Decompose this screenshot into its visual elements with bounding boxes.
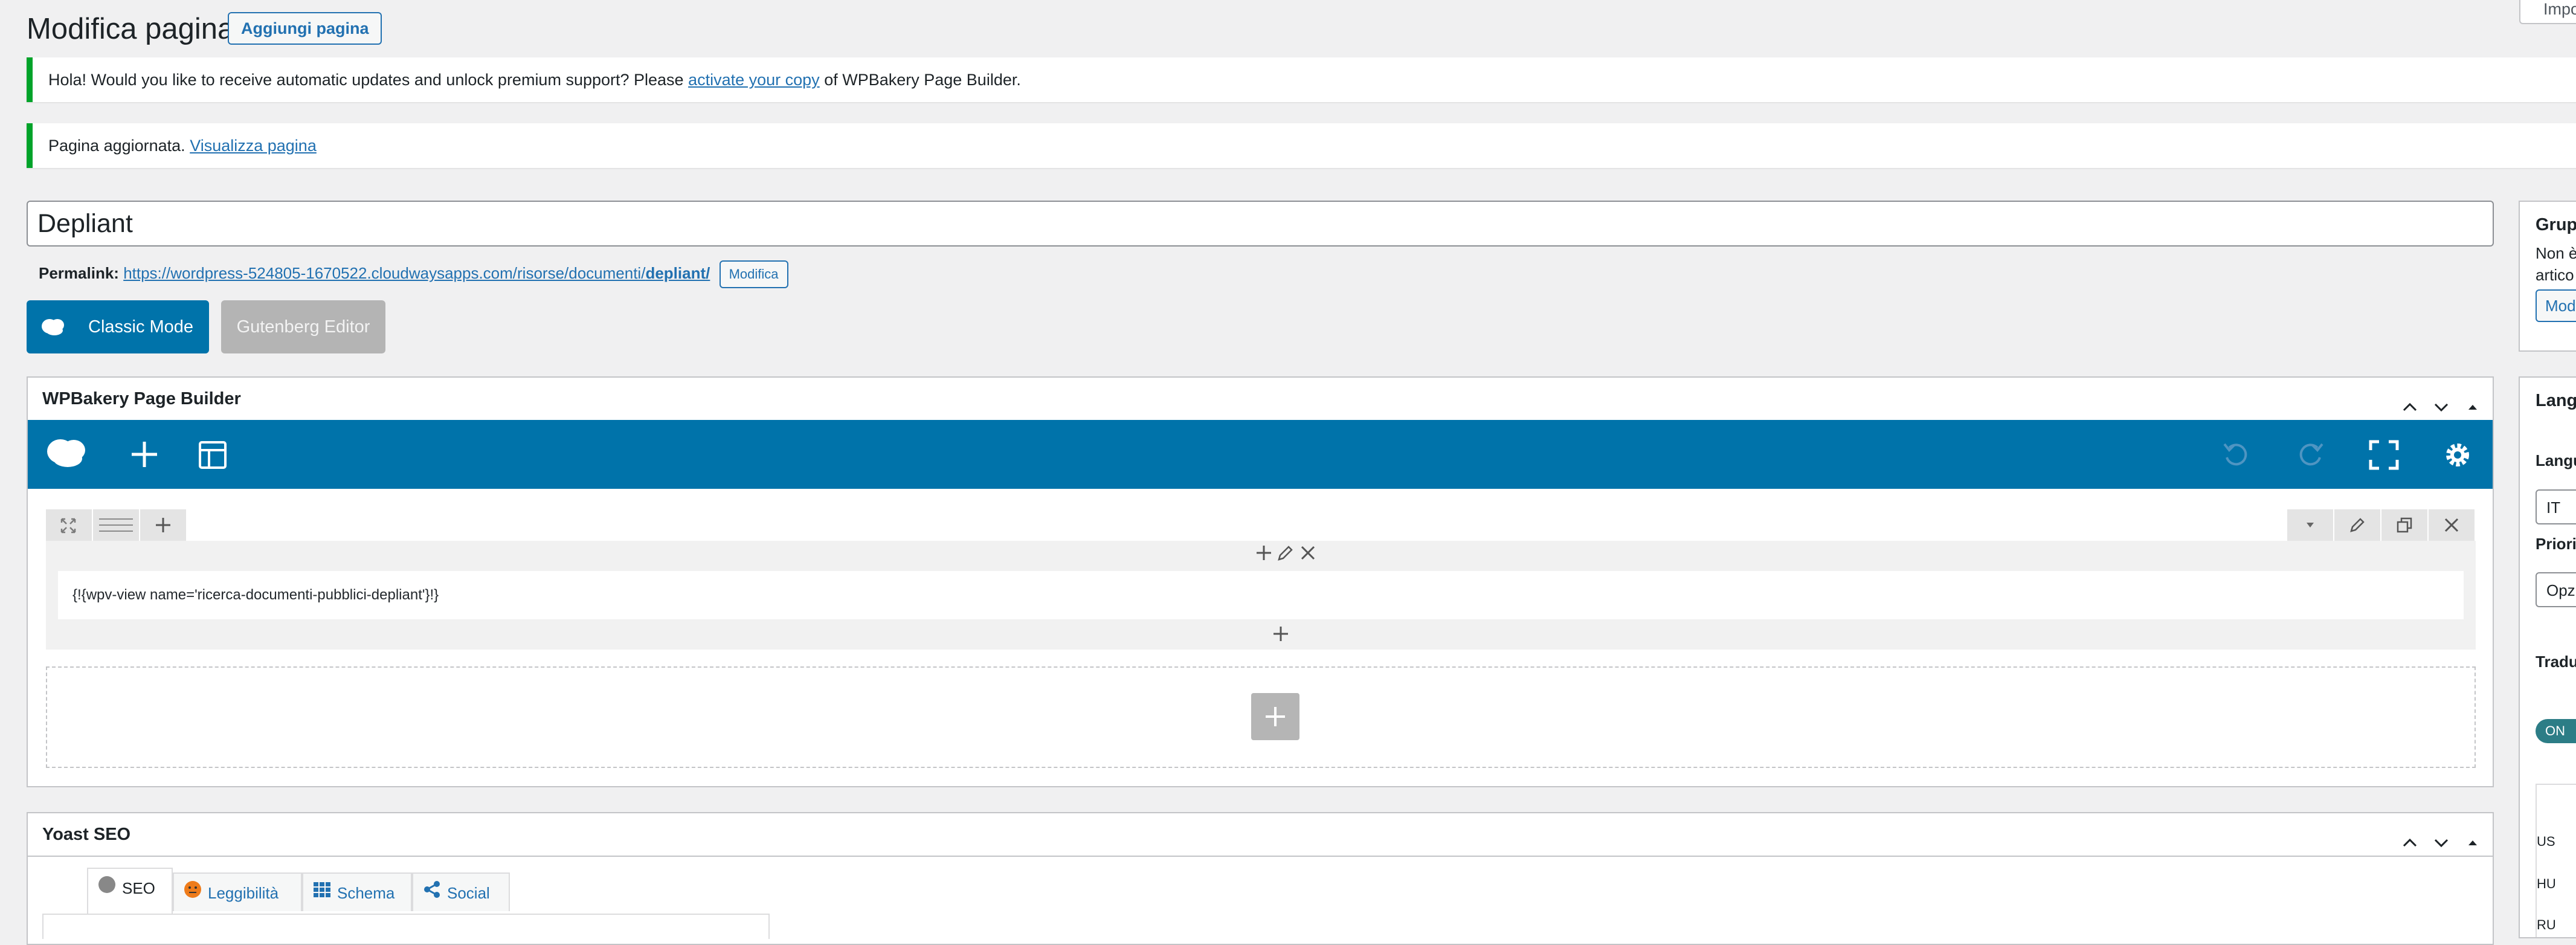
undo-icon[interactable] <box>2221 439 2252 471</box>
move-up-icon[interactable] <box>2401 825 2419 847</box>
lang-row-ru: RU <box>2537 917 2556 932</box>
wpbakery-navbar <box>28 420 2493 489</box>
tab-seo-label: SEO <box>122 879 155 897</box>
collapse-toggle-icon[interactable] <box>2464 390 2482 410</box>
tab-social[interactable]: Social <box>412 872 510 911</box>
tab-schema[interactable]: Schema <box>302 872 412 911</box>
column-add-icon[interactable] <box>1254 543 1274 563</box>
wpbakery-metabox-title: WPBakery Page Builder <box>42 389 241 408</box>
row-toggle-icon[interactable] <box>2287 509 2333 541</box>
permalink-row: Permalink: https://wordpress-524805-1670… <box>39 259 788 289</box>
languages-table <box>2536 784 2576 937</box>
classic-mode-label: Classic Mode <box>88 317 194 337</box>
smiley-icon <box>184 874 202 912</box>
permalink-edit-button[interactable]: Modifica <box>719 260 788 289</box>
add-row-plus-icon <box>1266 707 1285 726</box>
share-icon <box>423 874 441 912</box>
post-title-input[interactable] <box>27 201 2494 247</box>
column-add-element-icon[interactable] <box>1271 624 1290 643</box>
lang-row-hu: HU <box>2537 876 2556 891</box>
wpbakery-logo-icon <box>42 319 64 335</box>
lang-row-us: US <box>2537 834 2555 849</box>
page-title: Modifica pagina <box>27 13 234 45</box>
row-right-controls <box>2287 509 2476 541</box>
tab-seo[interactable]: SEO <box>87 868 173 914</box>
permalink-base: https://wordpress-524805-1670522.cloudwa… <box>123 264 646 282</box>
column-delete-icon[interactable] <box>1298 543 1318 563</box>
group-metabox: Grup Non è artico Mod <box>2519 201 2576 352</box>
saved-notice-text: Pagina aggiornata. <box>48 137 190 155</box>
priority-label: Priori <box>2536 535 2576 553</box>
row-add-column-icon[interactable] <box>140 509 186 541</box>
translate-toggle[interactable]: ON <box>2536 719 2576 743</box>
priority-select[interactable]: Opz <box>2536 572 2576 607</box>
group-edit-button[interactable]: Mod <box>2536 289 2576 322</box>
shortcode-element[interactable]: {!{wpv-view name='ricerca-documenti-pubb… <box>58 571 2464 619</box>
empty-drop-zone[interactable] <box>46 666 2476 768</box>
classic-mode-button[interactable]: Classic Mode <box>27 300 209 353</box>
language-metabox-title: Lang <box>2536 391 2576 410</box>
row-layout-icon[interactable] <box>93 509 139 541</box>
move-up-icon[interactable] <box>2401 390 2419 411</box>
language-select[interactable]: IT <box>2536 489 2576 524</box>
yoast-metabox-header: Yoast SEO <box>28 813 2493 857</box>
wpbakery-logo-icon[interactable] <box>46 436 88 469</box>
yoast-tab-panel <box>42 914 770 939</box>
move-down-icon[interactable] <box>2432 825 2450 848</box>
row-clone-icon[interactable] <box>2381 509 2427 541</box>
row-delete-icon[interactable] <box>2429 509 2475 541</box>
group-text-line-1: Non è <box>2536 244 2576 262</box>
add-row-button[interactable] <box>1251 693 1299 740</box>
row-edit-pencil-icon[interactable] <box>2334 509 2380 541</box>
language-label: Langu <box>2536 451 2576 469</box>
saved-notice: Pagina aggiornata. Visualizza pagina <box>27 123 2576 168</box>
redo-icon[interactable] <box>2294 439 2326 471</box>
tab-leggibilita-label: Leggibilità <box>208 884 279 902</box>
activate-copy-link[interactable]: activate your copy <box>688 71 820 89</box>
add-page-button[interactable]: Aggiungi pagina <box>228 12 382 45</box>
update-notice-text: Hola! Would you like to receive automati… <box>48 71 689 89</box>
column-controls <box>1254 543 1318 566</box>
screen-options-tab[interactable]: Impo <box>2519 0 2576 24</box>
row-move-icon[interactable] <box>46 509 92 541</box>
wpbakery-metabox: WPBakery Page Builder {!{wpv-view name='… <box>27 376 2494 787</box>
collapse-toggle-icon[interactable] <box>2464 825 2482 845</box>
tab-schema-label: Schema <box>337 884 395 902</box>
group-metabox-title: Grup <box>2536 215 2576 234</box>
wpbakery-metabox-header: WPBakery Page Builder <box>28 378 2493 421</box>
permalink-slug: depliant/ <box>645 264 710 282</box>
builder-row: {!{wpv-view name='ricerca-documenti-pubb… <box>46 541 2476 650</box>
templates-icon[interactable] <box>198 440 227 469</box>
column-edit-pencil-icon[interactable] <box>1276 543 1295 563</box>
language-metabox: Lang Langu IT Priori Opz Tradu ON US HU … <box>2519 376 2576 938</box>
grid-icon <box>313 874 331 912</box>
update-notice-text-end: of WPBakery Page Builder. <box>819 71 1021 89</box>
group-text-line-2: artico <box>2536 266 2574 284</box>
yoast-metabox: Yoast SEO SEO Leggibilità Schema Social <box>27 812 2494 945</box>
view-page-link[interactable]: Visualizza pagina <box>190 137 317 155</box>
update-notice: Hola! Would you like to receive automati… <box>27 57 2576 102</box>
row-controls <box>46 509 187 541</box>
tab-leggibilita[interactable]: Leggibilità <box>173 872 302 911</box>
permalink-link[interactable]: https://wordpress-524805-1670522.cloudwa… <box>123 264 710 282</box>
settings-gear-icon[interactable] <box>2442 439 2473 471</box>
circle-icon <box>98 869 116 908</box>
translate-label: Tradu <box>2536 653 2576 671</box>
permalink-label: Permalink: <box>39 264 119 282</box>
yoast-metabox-title: Yoast SEO <box>42 825 131 844</box>
translate-toggle-label: ON <box>2545 723 2565 738</box>
add-element-icon[interactable] <box>129 439 159 469</box>
move-down-icon[interactable] <box>2432 390 2450 412</box>
gutenberg-editor-button[interactable]: Gutenberg Editor <box>221 300 385 353</box>
fullscreen-icon[interactable] <box>2368 439 2400 471</box>
tab-social-label: Social <box>447 884 490 902</box>
